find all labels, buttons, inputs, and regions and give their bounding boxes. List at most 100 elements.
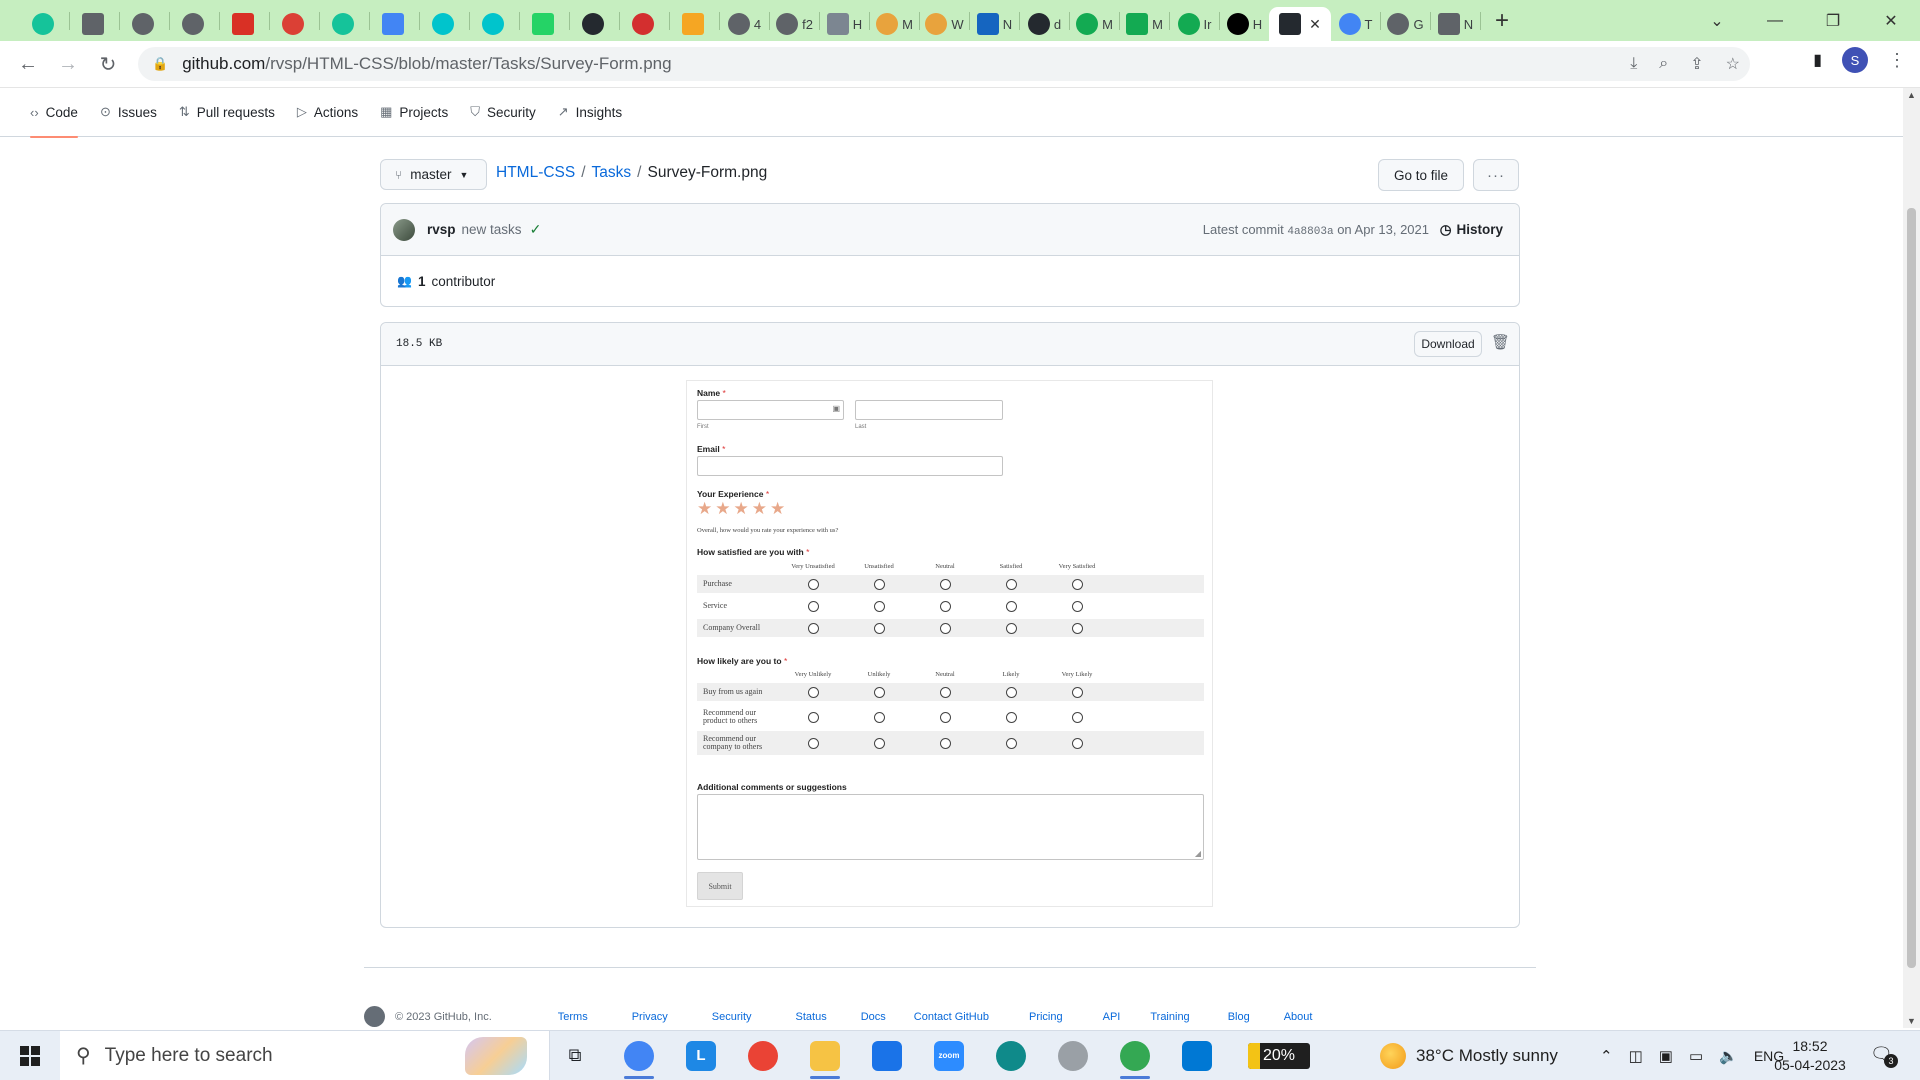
browser-tab[interactable] — [120, 7, 169, 41]
lock-icon[interactable]: 🔒 — [152, 56, 168, 72]
browser-tab[interactable]: ✕ — [1269, 7, 1331, 41]
taskbar-app[interactable] — [980, 1031, 1042, 1080]
share-icon[interactable]: ⇪ — [1690, 54, 1703, 74]
browser-tab[interactable] — [170, 7, 219, 41]
browser-tab[interactable]: f2 — [770, 7, 819, 41]
repo-tab-code[interactable]: ‹› Code — [30, 88, 78, 138]
footer-link-docs[interactable]: Docs — [861, 1011, 886, 1023]
browser-tab[interactable]: G — [1381, 7, 1430, 41]
author-avatar[interactable] — [393, 218, 415, 241]
notification-center-icon[interactable]: 🗨 3 — [1870, 1044, 1898, 1068]
browser-tab[interactable]: 4 — [720, 7, 769, 41]
branch-select-button[interactable]: ⑂ master ▼ — [380, 159, 487, 190]
trash-icon[interactable]: 🗑 — [1491, 333, 1510, 351]
commit-author[interactable]: rvsp — [427, 222, 456, 237]
close-tab-icon[interactable]: ✕ — [1309, 16, 1321, 33]
browser-tab[interactable] — [520, 7, 569, 41]
forward-icon[interactable]: → — [48, 53, 88, 76]
footer-link-status[interactable]: Status — [796, 1011, 827, 1023]
browser-tab[interactable]: T — [1331, 7, 1380, 41]
browser-tab[interactable] — [20, 7, 69, 41]
download-button[interactable]: Download — [1414, 331, 1482, 357]
restore-icon[interactable]: ❐ — [1804, 11, 1862, 31]
repo-tab-security[interactable]: ⛉ Security — [470, 88, 536, 137]
browser-tab[interactable]: H — [820, 7, 869, 41]
browser-tab[interactable]: d — [1020, 7, 1069, 41]
browser-tab[interactable]: W — [920, 7, 969, 41]
weather-widget[interactable]: 38°C Mostly sunny — [1380, 1031, 1558, 1080]
taskbar-app[interactable] — [608, 1031, 670, 1080]
close-window-icon[interactable]: ✕ — [1862, 11, 1920, 31]
taskbar-app[interactable] — [856, 1031, 918, 1080]
page-scrollbar[interactable]: ▲ ▼ — [1903, 88, 1920, 1028]
history-link[interactable]: ◷ History — [1440, 222, 1503, 238]
menu-kebab-icon[interactable]: ⋮ — [1888, 50, 1906, 71]
bookmark-star-icon[interactable]: ☆ — [1726, 54, 1740, 74]
taskbar-app[interactable] — [1042, 1031, 1104, 1080]
browser-tab[interactable]: M — [1070, 7, 1119, 41]
footer-link-about[interactable]: About — [1284, 1011, 1313, 1023]
browser-tab[interactable] — [70, 7, 119, 41]
commit-message[interactable]: new tasks — [462, 222, 522, 237]
task-view-icon[interactable]: ⧉ — [550, 1045, 600, 1066]
repo-tab-projects[interactable]: ▦ Projects — [380, 88, 448, 137]
browser-tab[interactable] — [220, 7, 269, 41]
browser-tab[interactable] — [370, 7, 419, 41]
browser-tab[interactable] — [670, 7, 719, 41]
back-icon[interactable]: ← — [8, 53, 48, 76]
commit-sha[interactable]: 4a8803a — [1287, 226, 1333, 238]
footer-link-pricing[interactable]: Pricing — [1029, 1011, 1063, 1023]
scrollbar-thumb[interactable] — [1907, 208, 1916, 968]
taskbar-app[interactable] — [794, 1031, 856, 1080]
taskbar-app[interactable]: L — [670, 1031, 732, 1080]
taskbar-app[interactable] — [1166, 1031, 1228, 1080]
tab-search-icon[interactable]: ⌄ — [1688, 11, 1746, 31]
github-logo-icon[interactable] — [364, 1006, 385, 1027]
chevron-up-icon[interactable]: ⌃ — [1600, 1047, 1613, 1065]
install-icon[interactable]: ⤓ — [1630, 55, 1637, 73]
more-options-button[interactable]: ··· — [1473, 159, 1519, 191]
profile-avatar[interactable]: S — [1842, 47, 1868, 73]
volume-icon[interactable]: 🔈 — [1719, 1047, 1738, 1065]
check-icon[interactable]: ✓ — [530, 221, 542, 238]
network-icon[interactable]: ▣ — [1659, 1047, 1673, 1065]
reload-icon[interactable]: ↻ — [88, 52, 128, 77]
browser-tab[interactable]: M — [870, 7, 919, 41]
minimize-icon[interactable]: — — [1746, 12, 1804, 30]
repo-tab-actions[interactable]: ▷ Actions — [297, 88, 358, 137]
repo-tab-insights[interactable]: ↗ Insights — [558, 88, 622, 137]
browser-tab[interactable]: M — [1120, 7, 1169, 41]
address-bar[interactable]: 🔒 github.com/rvsp/HTML-CSS/blob/master/T… — [138, 47, 1750, 81]
browser-tab[interactable] — [320, 7, 369, 41]
clock[interactable]: 18:52 05-04-2023 — [1760, 1037, 1860, 1075]
new-tab-icon[interactable]: + — [1495, 7, 1509, 35]
footer-link-privacy[interactable]: Privacy — [632, 1011, 668, 1023]
footer-link-contact-github[interactable]: Contact GitHub — [914, 1011, 989, 1023]
scroll-up-icon[interactable]: ▲ — [1903, 90, 1920, 100]
browser-tab[interactable] — [620, 7, 669, 41]
footer-link-training[interactable]: Training — [1150, 1011, 1189, 1023]
camera-icon[interactable]: ◫ — [1629, 1047, 1643, 1065]
browser-tab[interactable]: Ir — [1170, 7, 1219, 41]
taskbar-app[interactable] — [1104, 1031, 1166, 1080]
browser-tab[interactable]: N — [970, 7, 1019, 41]
footer-link-api[interactable]: API — [1103, 1011, 1121, 1023]
browser-tab[interactable] — [470, 7, 519, 41]
side-panel-icon[interactable]: ▮ — [1813, 50, 1822, 70]
browser-tab[interactable]: H — [1220, 7, 1269, 41]
browser-tab[interactable] — [420, 7, 469, 41]
browser-tab[interactable]: N — [1431, 7, 1480, 41]
taskbar-search[interactable]: ⚲ Type here to search — [60, 1030, 550, 1080]
scroll-down-icon[interactable]: ▼ — [1903, 1016, 1920, 1026]
footer-link-blog[interactable]: Blog — [1228, 1011, 1250, 1023]
taskbar-app[interactable]: zoom — [918, 1031, 980, 1080]
contributors-row[interactable]: 👥 1 contributor — [381, 256, 1519, 306]
battery-indicator[interactable]: 20% — [1248, 1043, 1310, 1069]
start-button[interactable] — [0, 1045, 60, 1066]
repo-tab-issues[interactable]: ⊙ Issues — [100, 88, 157, 137]
footer-link-security[interactable]: Security — [712, 1011, 752, 1023]
browser-tab[interactable] — [570, 7, 619, 41]
breadcrumb-folder-link[interactable]: Tasks — [592, 164, 632, 182]
breadcrumb-repo-link[interactable]: HTML-CSS — [496, 164, 575, 182]
taskbar-app[interactable] — [732, 1031, 794, 1080]
